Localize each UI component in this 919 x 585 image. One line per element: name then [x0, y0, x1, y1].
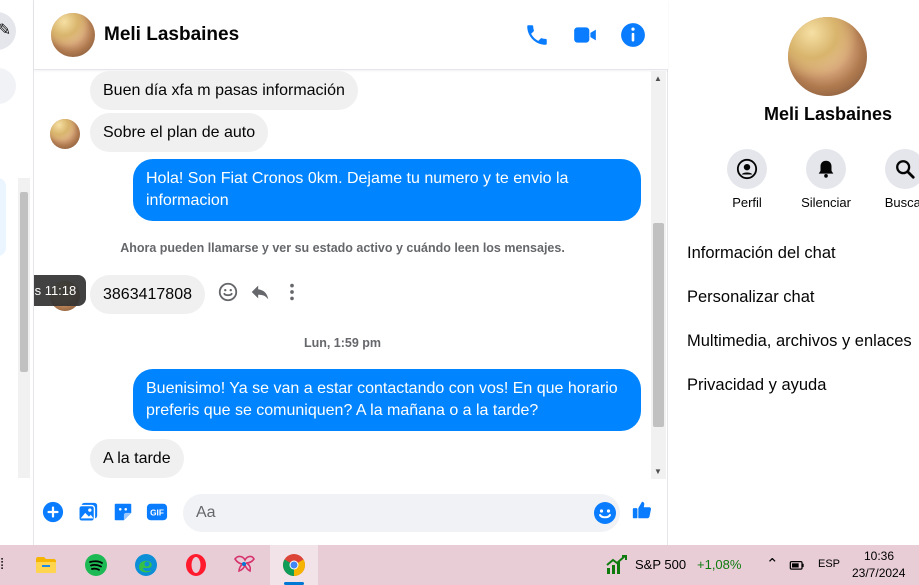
message-list: Buen día xfa m pasas información Sobre e…	[34, 71, 651, 479]
network-battery-icon[interactable]	[784, 549, 810, 581]
info-icon[interactable]	[620, 22, 646, 48]
contact-avatar-small	[50, 119, 80, 149]
message-line: Hola! Son Fiat Cronos 0km. Dejame tu num…	[146, 170, 569, 187]
compose-icon: ✎	[0, 20, 11, 40]
gif-icon[interactable]: GIF	[146, 501, 168, 523]
conversation-search[interactable]	[0, 68, 16, 104]
chat-scrollbar[interactable]: ▲ ▼	[651, 71, 666, 479]
edge-icon[interactable]	[130, 549, 162, 581]
plus-icon[interactable]	[42, 501, 64, 523]
timestamp-tooltip: lunes 11:18	[34, 275, 87, 306]
search-button[interactable]: Buscar	[865, 149, 919, 210]
message-input[interactable]: Aa	[183, 494, 620, 532]
clock-date[interactable]: 23/7/2024	[852, 566, 905, 580]
composer: GIF Aa	[34, 488, 668, 538]
scroll-down-arrow-icon[interactable]: ▼	[654, 467, 662, 476]
selected-conversation[interactable]	[0, 178, 6, 256]
conversation-list: ✎	[0, 0, 34, 545]
menu-customize-chat[interactable]: Personalizar chat	[687, 288, 814, 307]
like-icon[interactable]	[631, 499, 657, 525]
taskbar: ⁞ S&P 500 +1,08% ⌃ ESP 10:36 23/7/2024	[0, 545, 919, 585]
message-line: preferis que se comuniquen? A la mañana …	[146, 402, 539, 419]
message-input-placeholder: Aa	[196, 504, 216, 521]
opera-icon[interactable]	[180, 549, 212, 581]
menu-chat-info[interactable]: Información del chat	[687, 244, 836, 263]
list-scrollbar[interactable]	[18, 178, 30, 478]
react-icon[interactable]	[217, 281, 239, 303]
stock-change[interactable]: +1,08%	[697, 557, 741, 572]
language-indicator[interactable]: ESP	[818, 558, 840, 570]
start-edge-icon[interactable]: ⁞	[0, 556, 4, 573]
stock-name[interactable]: S&P 500	[635, 557, 686, 572]
reply-icon[interactable]	[249, 281, 271, 303]
menu-media-files-links[interactable]: Multimedia, archivos y enlaces	[687, 332, 912, 351]
message-actions	[217, 281, 303, 305]
contact-avatar[interactable]	[51, 13, 95, 57]
chevron-up-icon[interactable]: ⌃	[766, 555, 779, 573]
message-bubble-incoming[interactable]: 3863417808	[90, 275, 205, 314]
message-line: Buenisimo! Ya se van a estar contactando…	[146, 380, 618, 397]
contact-name[interactable]: Meli Lasbaines	[104, 24, 239, 46]
message-bubble-outgoing[interactable]: Hola! Son Fiat Cronos 0km. Dejame tu num…	[133, 159, 641, 221]
snipping-tool-icon[interactable]	[228, 549, 260, 581]
image-icon[interactable]	[77, 501, 99, 523]
stock-chart-icon[interactable]	[600, 549, 632, 581]
system-notice: Ahora pueden llamarse y ver su estado ac…	[120, 241, 565, 255]
timestamp-divider: Lun, 1:59 pm	[303, 336, 382, 350]
chat-header: Meli Lasbaines	[34, 0, 668, 70]
profile-label: Perfil	[732, 195, 762, 210]
messenger-window: ✎ Meli Lasbaines Buen día xfa m pasas in…	[0, 0, 919, 585]
phone-icon[interactable]	[524, 22, 550, 48]
video-call-icon[interactable]	[572, 22, 598, 48]
scroll-up-arrow-icon[interactable]: ▲	[654, 74, 662, 83]
menu-privacy-help[interactable]: Privacidad y ayuda	[687, 376, 826, 395]
message-bubble-incoming[interactable]: A la tarde	[90, 439, 184, 478]
file-explorer-icon[interactable]	[30, 549, 62, 581]
contact-profile-photo[interactable]	[788, 17, 867, 96]
message-bubble-incoming[interactable]: Sobre el plan de auto	[90, 113, 269, 152]
emoji-icon[interactable]	[593, 501, 617, 525]
message-line: informacion	[146, 192, 229, 209]
new-message-button[interactable]: ✎	[0, 12, 16, 50]
chat-pane: Meli Lasbaines Buen día xfa m pasas info…	[34, 0, 668, 545]
spotify-icon[interactable]	[80, 549, 112, 581]
mute-label: Silenciar	[801, 195, 851, 210]
svg-text:GIF: GIF	[150, 509, 164, 518]
search-label: Buscar	[884, 195, 919, 210]
chrome-icon[interactable]	[278, 549, 310, 581]
search-icon	[885, 149, 919, 189]
profile-icon	[727, 149, 767, 189]
chat-info-panel: Meli Lasbaines Perfil Silenciar Buscar I…	[669, 0, 919, 545]
more-options-icon[interactable]	[281, 281, 303, 303]
sticker-icon[interactable]	[112, 501, 134, 523]
scrollbar-thumb[interactable]	[653, 223, 664, 427]
mute-button[interactable]: Silenciar	[786, 149, 866, 210]
profile-button[interactable]: Perfil	[707, 149, 787, 210]
bell-icon	[806, 149, 846, 189]
message-bubble-outgoing[interactable]: Buenisimo! Ya se van a estar contactando…	[133, 369, 641, 431]
message-bubble-incoming[interactable]: Buen día xfa m pasas información	[90, 71, 358, 110]
contact-profile-name: Meli Lasbaines	[763, 104, 893, 124]
clock-time[interactable]: 10:36	[864, 549, 894, 563]
